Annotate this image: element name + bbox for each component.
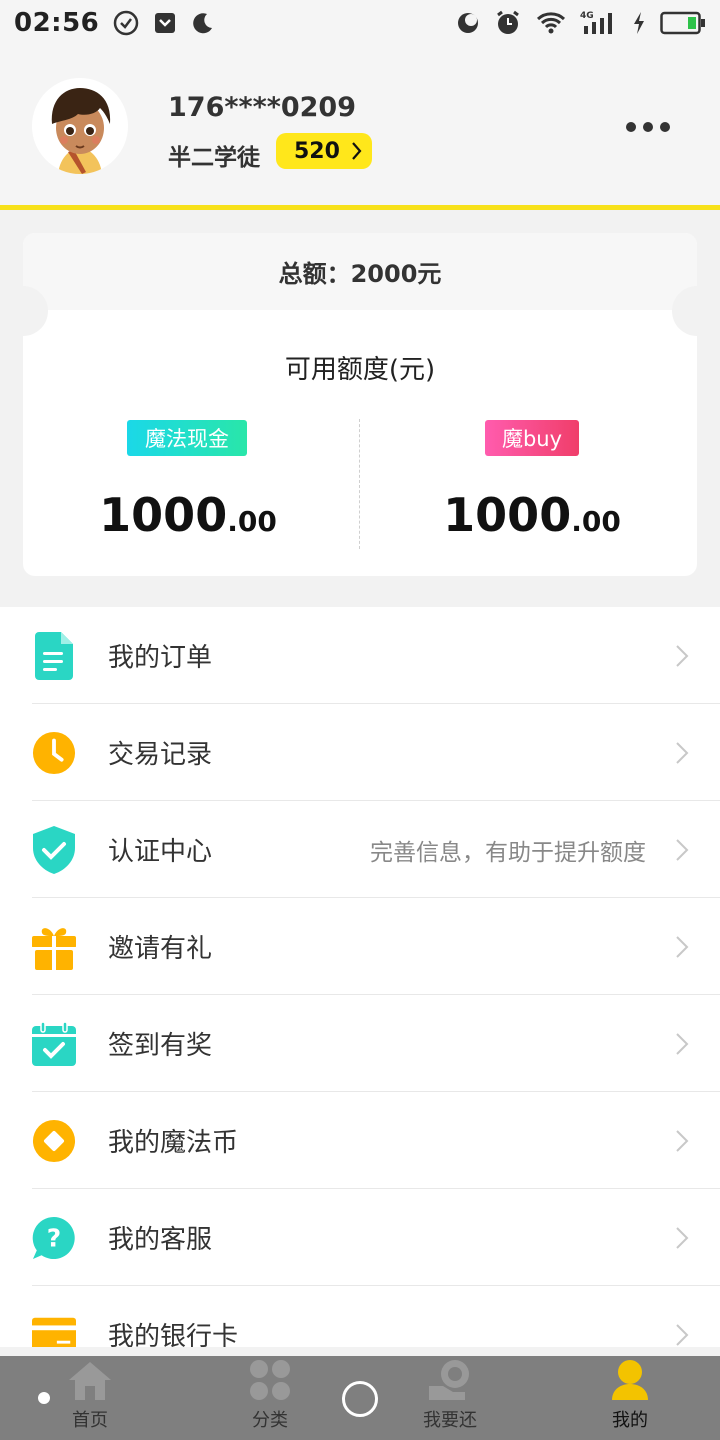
- menu-label: 我的魔法币: [108, 1128, 239, 1158]
- menu-item-customer-service[interactable]: ? 我的客服: [0, 1189, 720, 1286]
- header-divider: [0, 205, 720, 210]
- svg-text:?: ?: [47, 1223, 61, 1252]
- amount-integer: 1000: [443, 488, 572, 542]
- menu-note: 完善信息，有助于提升额度: [370, 839, 646, 866]
- wifi-icon: [536, 11, 566, 35]
- menu-label: 我的订单: [108, 643, 213, 673]
- more-dot: [626, 122, 636, 132]
- user-level-name: 半二学徒: [168, 145, 260, 171]
- chevron-right-icon: [352, 142, 362, 160]
- total-amount: 总额：2000元: [23, 233, 697, 310]
- menu-item-invite[interactable]: 邀请有礼: [0, 898, 720, 995]
- menu-item-bank-cards[interactable]: 我的银行卡: [0, 1286, 720, 1347]
- network-type: 4G: [580, 11, 594, 21]
- bank-card-icon: [32, 1313, 76, 1347]
- chevron-right-icon: [676, 1226, 689, 1249]
- status-bar: 02:56 4G: [0, 0, 720, 46]
- help-chat-icon: ?: [32, 1216, 76, 1260]
- menu-item-verification[interactable]: 认证中心 完善信息，有助于提升额度: [0, 801, 720, 898]
- more-dot: [643, 122, 653, 132]
- gift-icon: [32, 925, 76, 970]
- moon-app-icon: [456, 11, 480, 35]
- profile-icon: [612, 1360, 648, 1400]
- user-phone: 176****0209: [168, 92, 356, 123]
- repay-icon: [429, 1360, 469, 1400]
- magic-buy-tag: 魔buy: [485, 420, 579, 456]
- battery-icon: [660, 11, 706, 35]
- menu-item-checkin[interactable]: 签到有奖: [0, 995, 720, 1092]
- magic-buy-amount[interactable]: 1000.00: [382, 488, 682, 542]
- amount-decimal: .00: [571, 505, 621, 538]
- status-time: 02:56: [14, 8, 100, 38]
- nav-label: 首页: [72, 1410, 108, 1431]
- coin-icon: [32, 1119, 76, 1163]
- chevron-right-icon: [676, 741, 689, 764]
- calendar-check-icon: [32, 1021, 76, 1066]
- nav-label: 分类: [252, 1410, 288, 1431]
- check-circle-icon: [113, 10, 139, 36]
- alarm-icon: [494, 9, 522, 37]
- avatar[interactable]: [32, 78, 128, 174]
- shield-check-icon: [32, 825, 76, 874]
- menu-item-transactions[interactable]: 交易记录: [0, 704, 720, 801]
- nav-repay[interactable]: 我要还: [390, 1356, 510, 1440]
- menu-label: 交易记录: [108, 740, 213, 770]
- chevron-right-icon: [676, 1323, 689, 1346]
- system-nav-dot[interactable]: [38, 1392, 50, 1404]
- more-dot: [660, 122, 670, 132]
- home-icon: [69, 1362, 111, 1400]
- magic-cash-amount[interactable]: 1000.00: [38, 488, 338, 542]
- category-icon: [250, 1360, 290, 1400]
- shield-app-icon: [153, 11, 177, 35]
- menu-item-magic-coins[interactable]: 我的魔法币: [0, 1092, 720, 1189]
- moon-icon: [191, 11, 215, 35]
- chevron-right-icon: [676, 935, 689, 958]
- amount-integer: 1000: [99, 488, 228, 542]
- menu-label: 我的银行卡: [108, 1322, 239, 1347]
- system-home-button[interactable]: [342, 1381, 378, 1417]
- level-score-badge[interactable]: 520: [276, 133, 372, 169]
- menu-label: 邀请有礼: [108, 934, 213, 964]
- signal-icon: 4G: [580, 10, 618, 36]
- level-score: 520: [294, 138, 340, 164]
- chevron-right-icon: [676, 838, 689, 861]
- magic-cash-tag: 魔法现金: [127, 420, 247, 456]
- nav-label: 我的: [612, 1410, 648, 1431]
- document-icon: [32, 631, 76, 680]
- amount-decimal: .00: [227, 505, 277, 538]
- menu-label: 我的客服: [108, 1225, 213, 1255]
- menu-label: 认证中心: [108, 837, 213, 867]
- nav-category[interactable]: 分类: [210, 1356, 330, 1440]
- nav-label: 我要还: [423, 1410, 477, 1431]
- menu-label: 签到有奖: [108, 1031, 213, 1061]
- clock-icon: [32, 731, 76, 775]
- profile-header: 176****0209 半二学徒 520: [0, 46, 720, 206]
- menu-item-orders[interactable]: 我的订单: [0, 607, 720, 704]
- chevron-right-icon: [676, 1129, 689, 1152]
- charging-icon: [632, 11, 646, 35]
- menu-list: 我的订单 交易记录 认证中心 完善信息，有助于提升额度 邀请有礼 签到有奖 我的…: [0, 607, 720, 1347]
- credit-card: 总额：2000元 可用额度(元) 魔法现金 1000.00 魔buy 1000.…: [23, 233, 697, 576]
- chevron-right-icon: [676, 644, 689, 667]
- more-options-button[interactable]: [618, 112, 678, 142]
- nav-mine[interactable]: 我的: [570, 1356, 690, 1440]
- available-credit-label: 可用额度(元): [284, 355, 436, 385]
- chevron-right-icon: [676, 1032, 689, 1055]
- card-divider: [359, 419, 360, 549]
